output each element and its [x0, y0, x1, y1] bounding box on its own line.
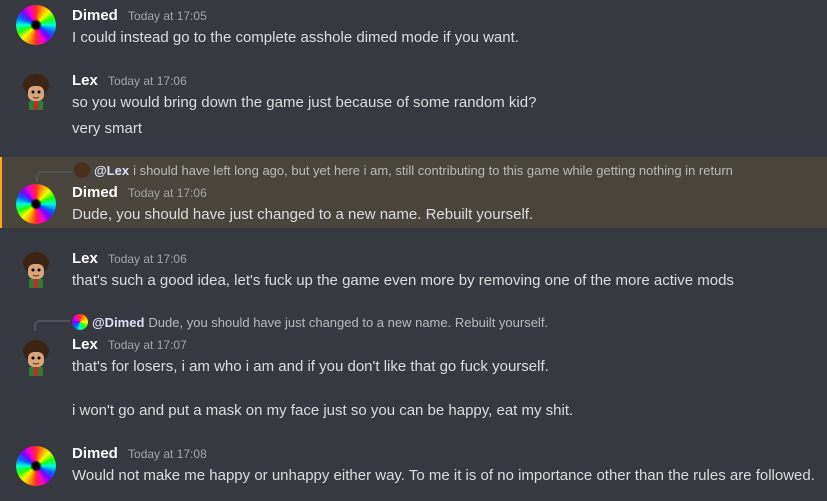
- message-dimed-reply: @Lex i should have left long ago, but yet…: [0, 157, 827, 228]
- message-text: that's such a good idea, let's fuck up t…: [72, 272, 734, 289]
- timestamp: Today at 17:07: [108, 338, 187, 352]
- message-dimed-1: Dimed Today at 17:05 I could instead go …: [0, 0, 827, 60]
- reply-mention[interactable]: @Dimed: [92, 315, 144, 330]
- reply-preview[interactable]: @Dimed Dude, you should have just changed…: [72, 314, 548, 330]
- message-lex-reply: @Dimed Dude, you should have just changed…: [0, 306, 827, 434]
- username[interactable]: Dimed: [72, 445, 118, 462]
- timestamp: Today at 17:06: [108, 74, 187, 88]
- lex-mini-avatar-icon: [74, 162, 90, 178]
- timestamp: Today at 17:05: [128, 9, 207, 23]
- reply-text: i should have left long ago, but yet her…: [133, 163, 733, 178]
- dimed-mini-avatar-icon: [72, 314, 88, 330]
- timestamp: Today at 17:06: [128, 186, 207, 200]
- message-text: very smart: [72, 120, 143, 137]
- username[interactable]: Lex: [72, 336, 98, 353]
- message-text: i won't go and put a mask on my face jus…: [72, 402, 574, 419]
- reply-connector: [34, 320, 70, 331]
- username[interactable]: Dimed: [72, 184, 118, 201]
- dimed-avatar-icon[interactable]: [16, 5, 56, 45]
- message-text: I could instead go to the complete assho…: [72, 29, 519, 46]
- dimed-avatar-icon[interactable]: [16, 184, 56, 224]
- username[interactable]: Lex: [72, 250, 98, 267]
- lex-avatar-icon[interactable]: [16, 72, 56, 112]
- message-lex-1: Lex Today at 17:06 so you would bring do…: [0, 62, 827, 152]
- timestamp: Today at 17:06: [108, 252, 187, 266]
- lex-avatar-icon[interactable]: [16, 338, 56, 378]
- reply-preview[interactable]: @Lex i should have left long ago, but yet…: [74, 162, 733, 178]
- message-text: Dude, you should have just changed to a …: [72, 206, 534, 223]
- message-text: that's for losers, i am who i am and if …: [72, 358, 549, 375]
- username[interactable]: Lex: [72, 72, 98, 89]
- message-lex-2: Lex Today at 17:06 that's such a good id…: [0, 240, 827, 298]
- reply-connector: [36, 171, 72, 182]
- lex-avatar-icon[interactable]: [16, 250, 56, 290]
- reply-text: Dude, you should have just changed to a …: [148, 315, 549, 330]
- timestamp: Today at 17:08: [128, 447, 207, 461]
- message-text: Would not make me happy or unhappy eithe…: [72, 467, 815, 484]
- reply-mention[interactable]: @Lex: [94, 163, 129, 178]
- dimed-avatar-icon[interactable]: [16, 446, 56, 486]
- username[interactable]: Dimed: [72, 7, 118, 24]
- message-text: so you would bring down the game just be…: [72, 94, 537, 111]
- message-dimed-2: Dimed Today at 17:08 Would not make me h…: [0, 438, 827, 501]
